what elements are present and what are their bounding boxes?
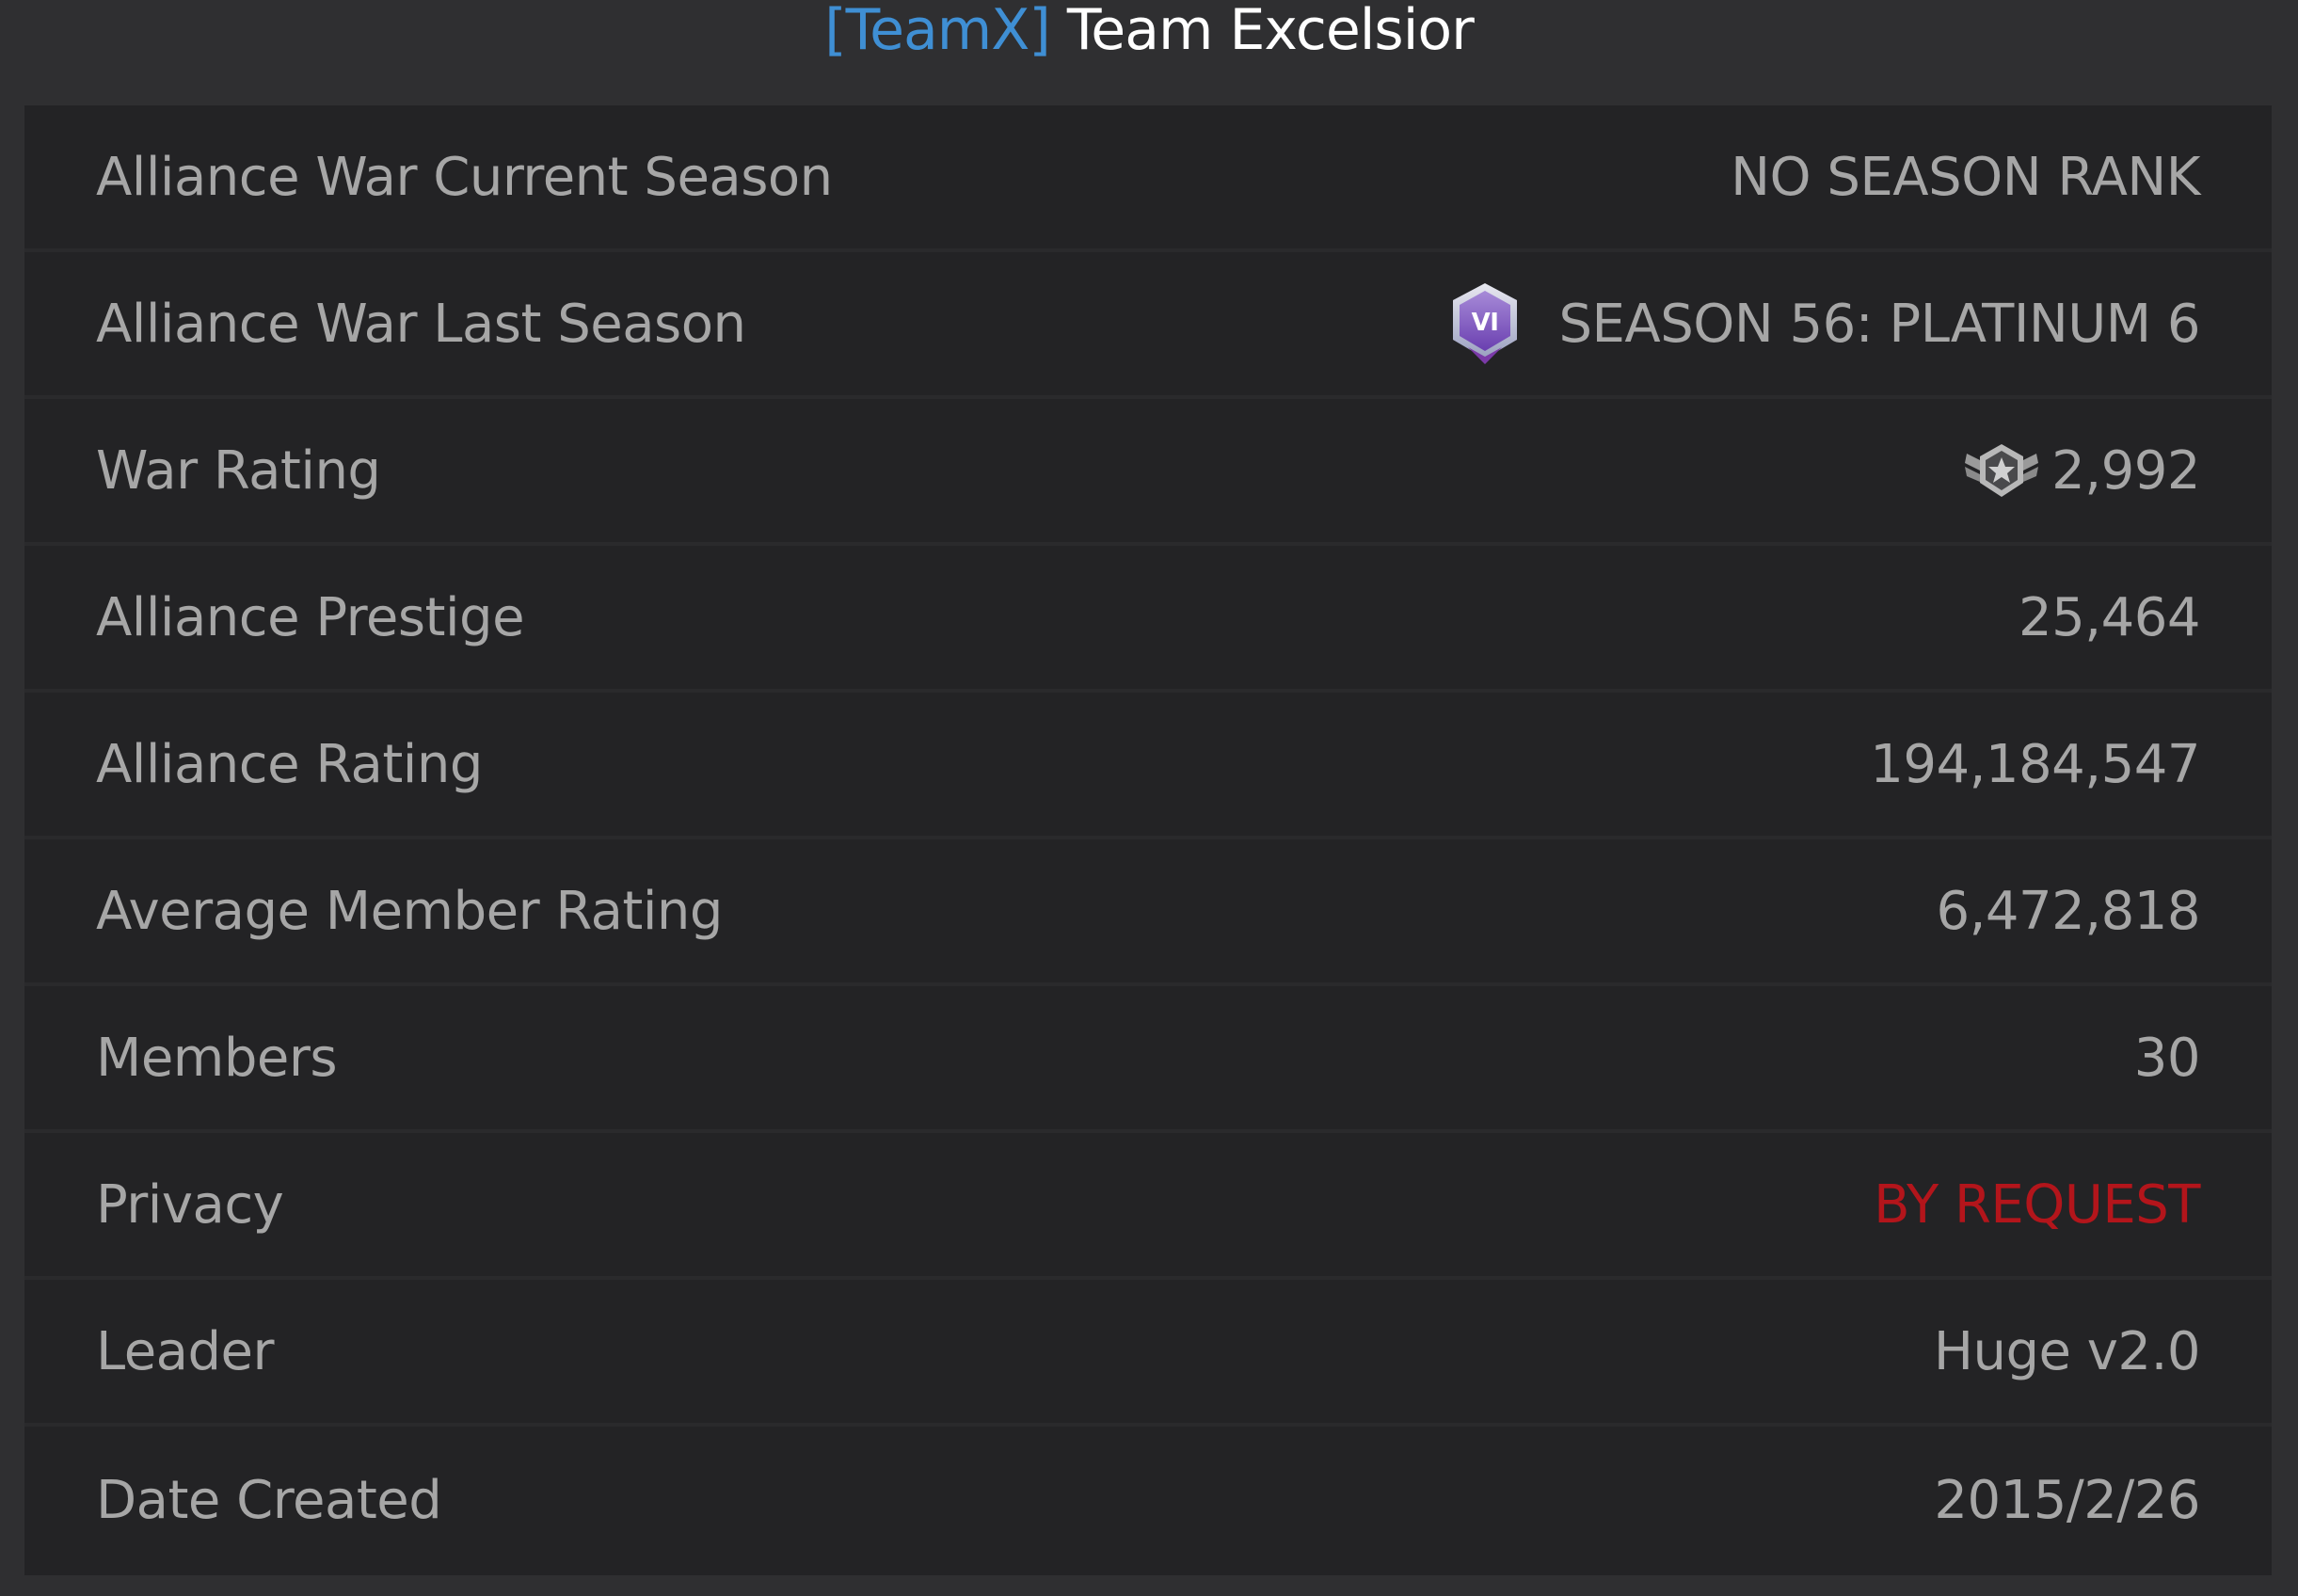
row-privacy: Privacy BY REQUEST <box>24 1133 2272 1280</box>
date-created-value: 2015/2/26 <box>1934 1469 2200 1531</box>
row-label: Date Created <box>96 1469 442 1531</box>
winged-star-icon <box>1965 444 2039 497</box>
row-alliance-rating: Alliance Rating 194,184,547 <box>24 693 2272 839</box>
row-label: Alliance Prestige <box>96 586 525 648</box>
row-label: Members <box>96 1027 338 1089</box>
row-label: Alliance War Last Season <box>96 293 746 355</box>
alliance-rating-value: 194,184,547 <box>1870 733 2200 795</box>
row-label: Alliance War Current Season <box>96 146 833 208</box>
privacy-value: BY REQUEST <box>1874 1173 2200 1236</box>
row-members: Members 30 <box>24 986 2272 1133</box>
alliance-prestige-value: 25,464 <box>2019 586 2200 648</box>
row-last-season: Alliance War Last Season VI SEASON 56: P… <box>24 252 2272 399</box>
last-season-value: SEASON 56: PLATINUM 6 <box>1558 293 2200 355</box>
row-current-season: Alliance War Current Season NO SEASON RA… <box>24 105 2272 252</box>
war-rating-value-group: 2,992 <box>1961 440 2200 502</box>
leader-value: Huge v2.0 <box>1933 1320 2201 1382</box>
row-date-created: Date Created 2015/2/26 <box>24 1427 2272 1573</box>
row-average-member-rating: Average Member Rating 6,472,818 <box>24 839 2272 986</box>
row-alliance-prestige: Alliance Prestige 25,464 <box>24 546 2272 693</box>
last-season-value-group: VI SEASON 56: PLATINUM 6 <box>1449 281 2200 366</box>
row-war-rating: War Rating 2,992 <box>24 399 2272 546</box>
row-label: War Rating <box>96 439 381 502</box>
alliance-header: [TeamX] Team Excelsior <box>0 0 2298 105</box>
war-rating-value: 2,992 <box>2051 439 2200 502</box>
alliance-name: Team Excelsior <box>1049 0 1475 63</box>
row-label: Average Member Rating <box>96 880 723 942</box>
members-value: 30 <box>2133 1027 2201 1089</box>
row-label: Privacy <box>96 1173 284 1236</box>
alliance-info-panel: Alliance War Current Season NO SEASON RA… <box>24 105 2272 1575</box>
badge-text: VI <box>1472 309 1499 337</box>
average-member-rating-value: 6,472,818 <box>1936 880 2200 942</box>
alliance-tag: [TeamX] <box>824 0 1051 63</box>
platinum-vi-badge-icon: VI <box>1453 283 1518 364</box>
row-leader: Leader Huge v2.0 <box>24 1280 2272 1427</box>
row-label: Alliance Rating <box>96 733 483 795</box>
row-label: Leader <box>96 1320 275 1382</box>
current-season-value: NO SEASON RANK <box>1731 146 2200 208</box>
